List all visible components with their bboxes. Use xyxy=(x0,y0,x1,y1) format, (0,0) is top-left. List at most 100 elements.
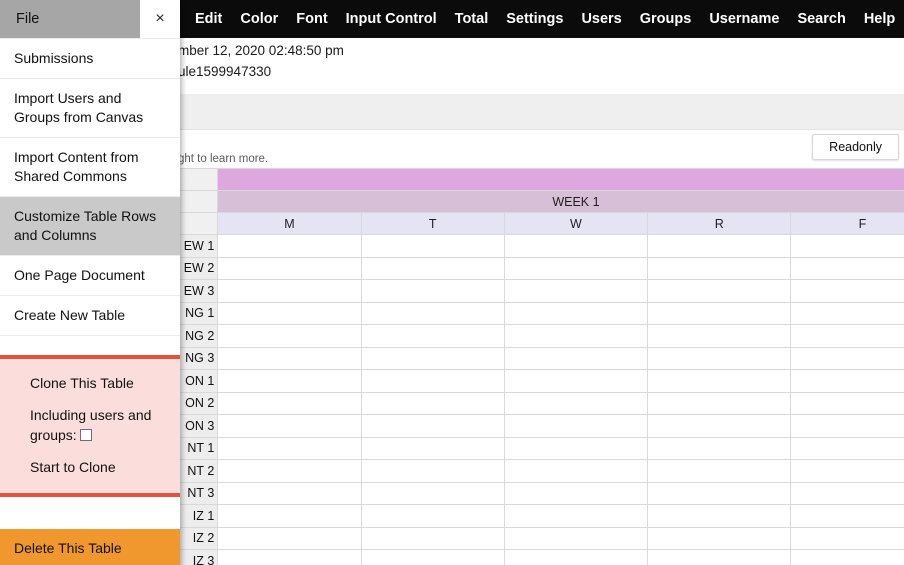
table-cell[interactable] xyxy=(503,436,649,460)
table-cell[interactable] xyxy=(647,481,792,505)
table-cell[interactable] xyxy=(503,481,649,505)
readonly-button[interactable]: Readonly xyxy=(812,134,899,160)
table-cell[interactable] xyxy=(503,504,649,528)
clone-this-table-button[interactable]: Clone This Table xyxy=(0,367,180,399)
table-cell[interactable] xyxy=(790,369,904,393)
table-cell[interactable] xyxy=(647,279,792,303)
day-column-header[interactable]: R xyxy=(647,212,792,235)
row-label[interactable]: IZ 2 xyxy=(178,526,219,550)
close-icon[interactable]: × xyxy=(140,0,180,38)
row-label[interactable]: NG 3 xyxy=(178,346,219,370)
table-cell[interactable] xyxy=(217,279,362,303)
table-cell[interactable] xyxy=(647,504,792,528)
table-cell[interactable] xyxy=(360,504,505,528)
table-cell[interactable] xyxy=(647,346,792,370)
table-cell[interactable] xyxy=(647,549,792,565)
table-cell[interactable] xyxy=(790,481,904,505)
table-cell[interactable] xyxy=(790,414,904,438)
row-label[interactable]: ON 2 xyxy=(178,391,219,415)
file-menu-item-one-page-document[interactable]: One Page Document xyxy=(0,255,180,295)
row-label[interactable]: EW 2 xyxy=(178,256,219,280)
table-cell[interactable] xyxy=(790,391,904,415)
row-label[interactable]: NG 2 xyxy=(178,324,219,348)
table-cell[interactable] xyxy=(360,481,505,505)
file-menu-item-customize-table-rows-and-columns[interactable]: Customize Table Rows and Columns xyxy=(0,196,180,255)
table-cell[interactable] xyxy=(790,459,904,483)
table-cell[interactable] xyxy=(790,279,904,303)
nav-item-username[interactable]: Username xyxy=(700,0,788,38)
row-label[interactable]: NG 1 xyxy=(178,301,219,325)
table-cell[interactable] xyxy=(217,391,362,415)
nav-item-search[interactable]: Search xyxy=(788,0,854,38)
table-cell[interactable] xyxy=(790,256,904,280)
table-cell[interactable] xyxy=(647,369,792,393)
file-menu-item-create-new-table[interactable]: Create New Table xyxy=(0,295,180,335)
row-label[interactable]: EW 3 xyxy=(178,279,219,303)
table-cell[interactable] xyxy=(360,391,505,415)
table-cell[interactable] xyxy=(647,526,792,550)
table-cell[interactable] xyxy=(503,459,649,483)
table-cell[interactable] xyxy=(217,324,362,348)
table-cell[interactable] xyxy=(503,301,649,325)
nav-item-font[interactable]: Font xyxy=(287,0,336,38)
table-cell[interactable] xyxy=(790,346,904,370)
table-cell[interactable] xyxy=(217,481,362,505)
table-cell[interactable] xyxy=(503,526,649,550)
table-cell[interactable] xyxy=(217,346,362,370)
nav-item-input-control[interactable]: Input Control xyxy=(337,0,446,38)
row-label[interactable]: IZ 3 xyxy=(178,549,219,565)
table-cell[interactable] xyxy=(790,504,904,528)
table-cell[interactable] xyxy=(647,459,792,483)
table-cell[interactable] xyxy=(360,234,505,258)
file-menu-item-import-users-and-groups-from-canvas[interactable]: Import Users and Groups from Canvas xyxy=(0,78,180,137)
file-menu-item-submissions[interactable]: Submissions xyxy=(0,38,180,78)
table-cell[interactable] xyxy=(503,549,649,565)
table-cell[interactable] xyxy=(360,526,505,550)
table-cell[interactable] xyxy=(360,436,505,460)
table-cell[interactable] xyxy=(647,324,792,348)
day-column-header[interactable]: F xyxy=(790,212,904,235)
table-cell[interactable] xyxy=(360,414,505,438)
table-cell[interactable] xyxy=(217,256,362,280)
table-cell[interactable] xyxy=(360,549,505,565)
row-label[interactable]: NT 2 xyxy=(178,459,219,483)
table-cell[interactable] xyxy=(503,346,649,370)
day-column-header[interactable]: T xyxy=(360,212,505,235)
table-cell[interactable] xyxy=(503,414,649,438)
table-cell[interactable] xyxy=(360,346,505,370)
table-cell[interactable] xyxy=(217,414,362,438)
table-cell[interactable] xyxy=(360,369,505,393)
table-cell[interactable] xyxy=(360,256,505,280)
table-cell[interactable] xyxy=(360,459,505,483)
table-cell[interactable] xyxy=(647,436,792,460)
file-menu-item-import-content-from-shared-commons[interactable]: Import Content from Shared Commons xyxy=(0,137,180,196)
table-cell[interactable] xyxy=(503,391,649,415)
row-label[interactable]: IZ 1 xyxy=(178,504,219,528)
table-cell[interactable] xyxy=(647,391,792,415)
nav-item-groups[interactable]: Groups xyxy=(631,0,701,38)
table-cell[interactable] xyxy=(360,279,505,303)
table-cell[interactable] xyxy=(360,324,505,348)
table-cell[interactable] xyxy=(503,369,649,393)
row-label[interactable]: EW 1 xyxy=(178,234,219,258)
table-cell[interactable] xyxy=(647,256,792,280)
file-menu-title[interactable]: File xyxy=(0,0,140,38)
table-cell[interactable] xyxy=(360,301,505,325)
clone-including-users-checkbox[interactable] xyxy=(79,429,92,441)
table-cell[interactable] xyxy=(217,549,362,565)
table-cell[interactable] xyxy=(790,549,904,565)
table-cell[interactable] xyxy=(217,234,362,258)
table-cell[interactable] xyxy=(217,504,362,528)
nav-item-settings[interactable]: Settings xyxy=(497,0,572,38)
nav-item-edit[interactable]: Edit xyxy=(186,0,231,38)
table-cell[interactable] xyxy=(217,301,362,325)
table-cell[interactable] xyxy=(647,301,792,325)
table-cell[interactable] xyxy=(790,301,904,325)
table-cell[interactable] xyxy=(790,436,904,460)
table-cell[interactable] xyxy=(647,234,792,258)
row-label[interactable]: NT 3 xyxy=(178,481,219,505)
delete-this-table-button[interactable]: Delete This Table xyxy=(0,529,180,565)
table-cell[interactable] xyxy=(503,256,649,280)
schedule-table-viewport[interactable]: WEEK 1 MTWRFM EW 1EW 2EW 3NG 1NG 2NG 3ON… xyxy=(178,168,904,565)
table-cell[interactable] xyxy=(790,526,904,550)
